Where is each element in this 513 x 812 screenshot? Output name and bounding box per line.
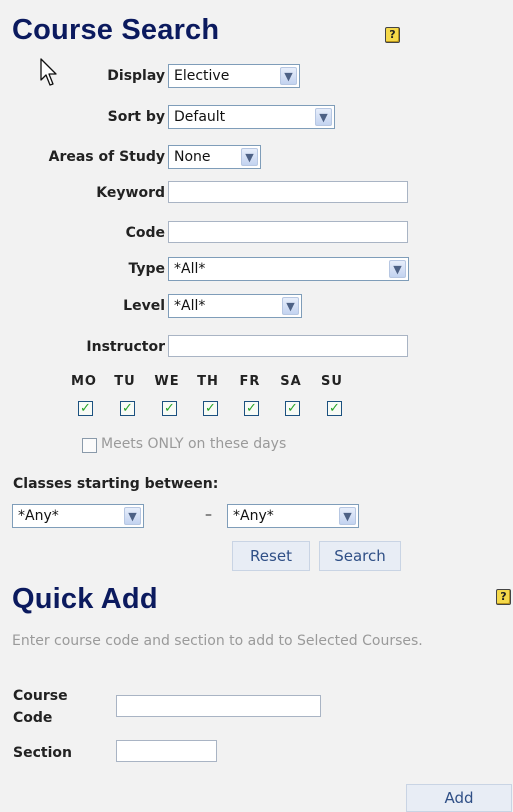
type-select[interactable]: *All* ▼ xyxy=(168,257,409,281)
level-select[interactable]: *All* ▼ xyxy=(168,294,302,318)
code-label: Code xyxy=(125,225,165,241)
day-label-tu: TU xyxy=(114,374,136,389)
display-select[interactable]: Elective ▼ xyxy=(168,64,300,88)
level-select-value: *All* xyxy=(174,298,206,314)
chevron-down-icon: ▼ xyxy=(124,507,141,525)
day-label-mo: MO xyxy=(71,374,97,389)
sort-by-select-value: Default xyxy=(174,109,226,125)
chevron-down-icon: ▼ xyxy=(389,260,406,278)
course-code-label-line1: Course xyxy=(13,688,68,704)
day-checkbox-we[interactable]: ✓ xyxy=(162,401,177,416)
display-select-value: Elective xyxy=(174,68,230,84)
course-code-label-line2: Code xyxy=(13,710,53,726)
quick-add-title: Quick Add xyxy=(12,583,158,615)
reset-button[interactable]: Reset xyxy=(232,541,310,571)
display-label: Display xyxy=(107,68,165,84)
keyword-label: Keyword xyxy=(96,185,165,201)
code-input[interactable] xyxy=(168,221,408,243)
sort-by-select[interactable]: Default ▼ xyxy=(168,105,335,129)
start-to-select-value: *Any* xyxy=(233,508,274,524)
course-code-input[interactable] xyxy=(116,695,321,717)
day-label-fr: FR xyxy=(239,374,261,389)
checkmark-icon: ✓ xyxy=(205,401,216,416)
chevron-down-icon: ▼ xyxy=(241,148,258,166)
day-checkbox-fr[interactable]: ✓ xyxy=(244,401,259,416)
checkmark-icon: ✓ xyxy=(246,401,257,416)
level-label: Level xyxy=(123,298,165,314)
chevron-down-icon: ▼ xyxy=(315,108,332,126)
day-checkbox-sa[interactable]: ✓ xyxy=(285,401,300,416)
instructor-input[interactable] xyxy=(168,335,408,357)
section-label: Section xyxy=(13,745,72,761)
day-label-th: TH xyxy=(197,374,219,389)
chevron-down-icon: ▼ xyxy=(282,297,299,315)
checkmark-icon: ✓ xyxy=(287,401,298,416)
day-label-we: WE xyxy=(154,374,180,389)
search-button[interactable]: Search xyxy=(319,541,401,571)
meets-only-label: Meets ONLY on these days xyxy=(101,436,287,452)
keyword-input[interactable] xyxy=(168,181,408,203)
day-checkbox-su[interactable]: ✓ xyxy=(327,401,342,416)
type-label: Type xyxy=(128,261,165,277)
sort-by-label: Sort by xyxy=(107,109,165,125)
course-search-title: Course Search xyxy=(12,14,220,46)
day-checkbox-mo[interactable]: ✓ xyxy=(78,401,93,416)
section-input[interactable] xyxy=(116,740,217,762)
start-to-select[interactable]: *Any* ▼ xyxy=(227,504,359,528)
areas-of-study-select[interactable]: None ▼ xyxy=(168,145,261,169)
checkmark-icon: ✓ xyxy=(122,401,133,416)
help-icon[interactable]: ? xyxy=(496,589,511,605)
type-select-value: *All* xyxy=(174,261,206,277)
add-button[interactable]: Add xyxy=(406,784,512,812)
course-code-label: Course Code xyxy=(13,685,68,729)
help-icon[interactable]: ? xyxy=(385,27,400,43)
start-between-label: Classes starting between: xyxy=(13,476,219,492)
start-from-select-value: *Any* xyxy=(18,508,59,524)
chevron-down-icon: ▼ xyxy=(280,67,297,85)
mouse-cursor-icon xyxy=(40,58,57,86)
meets-only-checkbox[interactable] xyxy=(82,438,97,453)
chevron-down-icon: ▼ xyxy=(339,507,356,525)
areas-of-study-select-value: None xyxy=(174,149,211,165)
checkmark-icon: ✓ xyxy=(164,401,175,416)
checkmark-icon: ✓ xyxy=(329,401,340,416)
day-checkbox-th[interactable]: ✓ xyxy=(203,401,218,416)
day-label-su: SU xyxy=(321,374,343,389)
day-label-sa: SA xyxy=(280,374,302,389)
instructor-label: Instructor xyxy=(86,339,165,355)
areas-of-study-label: Areas of Study xyxy=(48,149,165,165)
range-separator: – xyxy=(205,507,212,523)
quick-add-instructions: Enter course code and section to add to … xyxy=(12,633,423,649)
start-from-select[interactable]: *Any* ▼ xyxy=(12,504,144,528)
day-checkbox-tu[interactable]: ✓ xyxy=(120,401,135,416)
checkmark-icon: ✓ xyxy=(80,401,91,416)
